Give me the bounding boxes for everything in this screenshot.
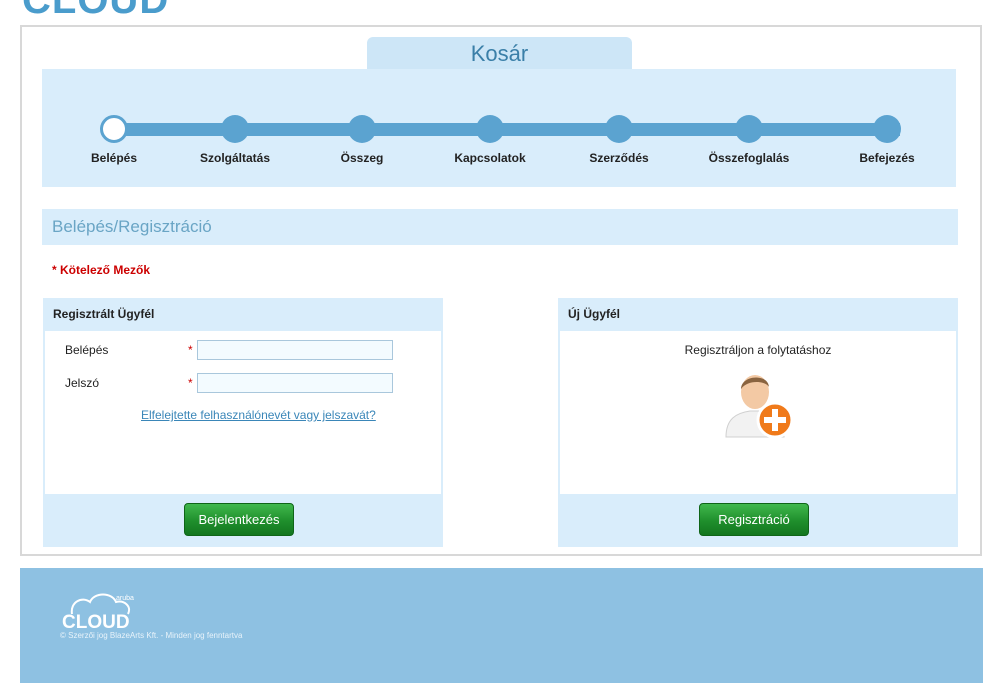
progress-step-2-icon (221, 115, 249, 143)
add-user-icon[interactable] (718, 365, 800, 447)
progress-step-label: Szolgáltatás (199, 151, 271, 165)
section-title: Belépés/Regisztráció (52, 217, 212, 236)
username-row: Belépés * (65, 340, 405, 362)
register-panel-header: Új Ügyfél (568, 307, 621, 321)
progress-step-label: Szerződés (589, 151, 649, 165)
register-panel: Új Ügyfél Regisztráljon a folytatáshoz R… (558, 298, 958, 547)
required-fields-note: * Kötelező Mezők (52, 263, 151, 277)
required-star: * (188, 343, 193, 357)
footer: aruba CLOUD © Szerzői jog BlazeArts Kft.… (20, 568, 983, 683)
password-input[interactable] (197, 373, 393, 393)
footer-logo-text: CLOUD (62, 612, 130, 630)
register-prompt: Regisztráljon a folytatáshoz (684, 343, 832, 357)
footer-copyright: © Szerzői jog BlazeArts Kft. - Minden jo… (60, 631, 243, 640)
cart-tab-title: Kosár (367, 37, 632, 71)
forgot-credentials-link[interactable]: Elfelejtette felhasználónevét vagy jelsz… (141, 408, 376, 422)
checkout-container: Kosár Belépés Szolgáltatás Összeg Kapcsolat… (20, 25, 982, 556)
username-input[interactable] (197, 340, 393, 360)
login-panel: Regisztrált Ügyfél Belépés * Jelszó * El… (43, 298, 443, 547)
login-form: Belépés * Jelszó * Elfelejtette felhaszn… (45, 331, 441, 494)
checkout-progress: Belépés Szolgáltatás Összeg Kapcsolatok Szer… (42, 69, 956, 187)
password-label: Jelszó (65, 376, 100, 390)
username-label: Belépés (65, 343, 109, 357)
register-button[interactable]: Regisztráció (699, 503, 809, 536)
progress-step-label: Összefoglalás (708, 151, 790, 165)
password-row: Jelszó * (65, 373, 405, 395)
progress-step-4-icon (476, 115, 504, 143)
required-star: * (188, 376, 193, 390)
progress-step-3-icon (348, 115, 376, 143)
progress-step-label: Befejezés (859, 151, 915, 165)
footer-logo-small: aruba (116, 595, 134, 602)
section-header: Belépés/Regisztráció (42, 209, 958, 245)
progress-step-label: Összeg (340, 151, 384, 165)
register-body: Regisztráljon a folytatáshoz (560, 331, 956, 494)
progress-step-label: Kapcsolatok (454, 151, 526, 165)
footer-cloud-logo[interactable]: aruba CLOUD (60, 588, 150, 630)
progress-step-1-icon (100, 115, 128, 143)
progress-step-6-icon (735, 115, 763, 143)
brand-logo[interactable]: CLOUD (22, 0, 169, 23)
progress-step-label: Belépés (90, 151, 138, 165)
progress-step-7-icon (873, 115, 901, 143)
login-panel-header: Regisztrált Ügyfél (53, 307, 155, 321)
login-button[interactable]: Bejelentkezés (184, 503, 294, 536)
progress-step-5-icon (605, 115, 633, 143)
